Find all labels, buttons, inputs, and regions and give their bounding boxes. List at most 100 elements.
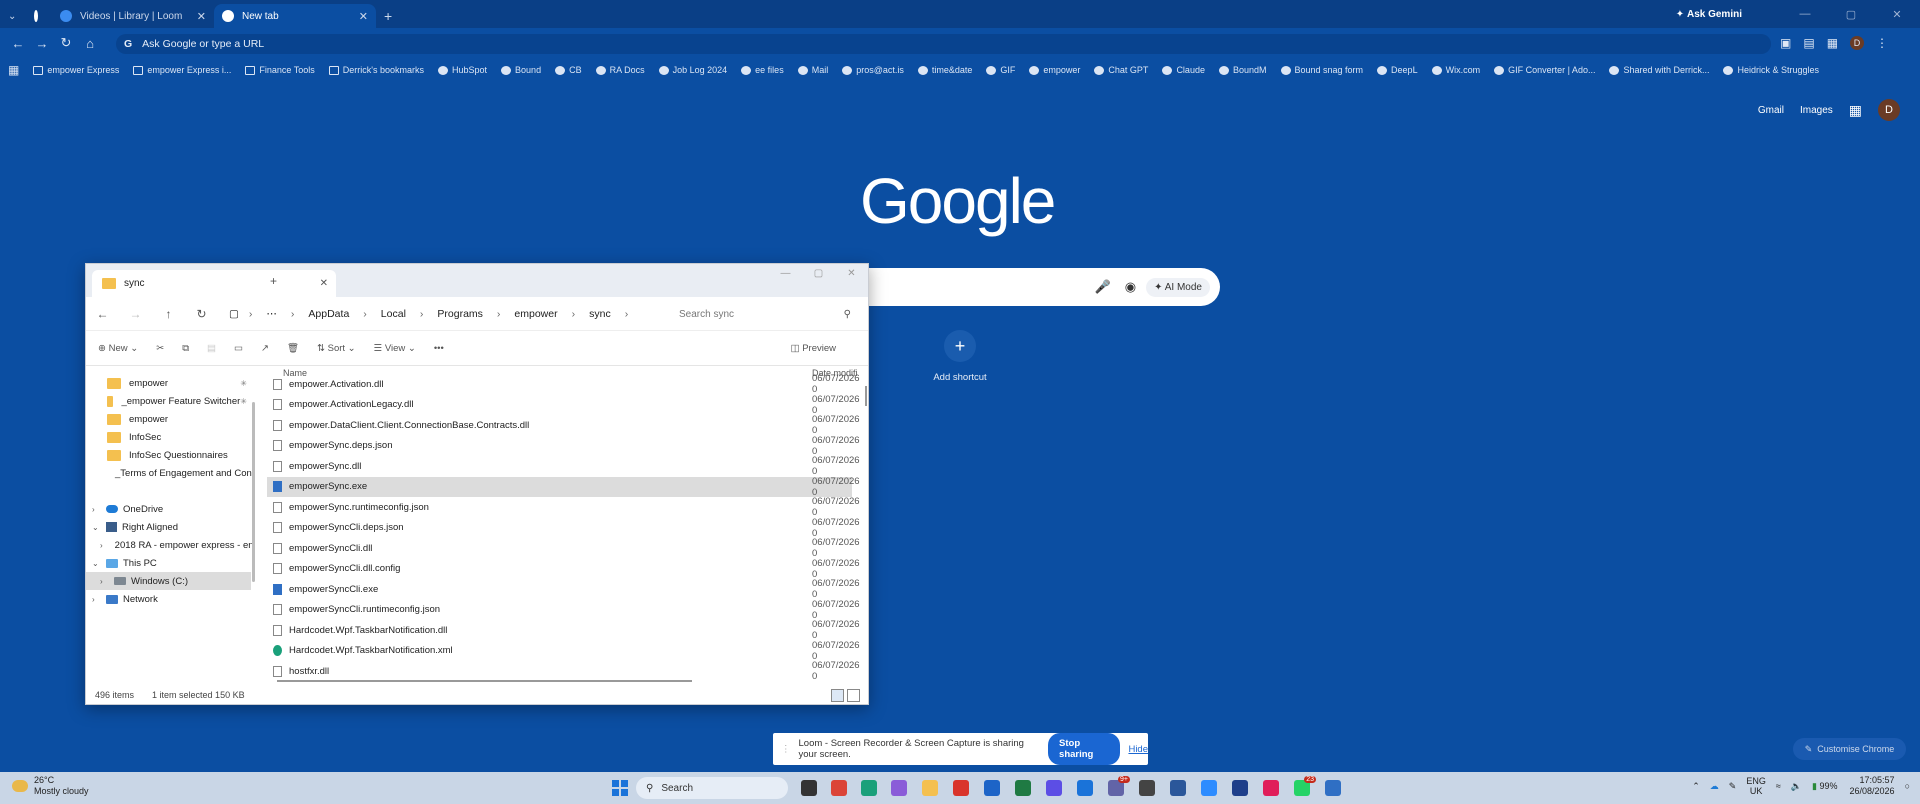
windows-start-button[interactable] [612, 780, 628, 796]
back-icon[interactable]: ← [86, 307, 119, 321]
file-row[interactable]: empowerSyncCli.dll 06/07/2026 0 [267, 537, 860, 559]
chevron-right-icon[interactable]: › [92, 595, 102, 604]
home-icon[interactable]: ⌂ [78, 36, 102, 51]
browser-icon[interactable] [1077, 780, 1093, 796]
breadcrumb-item[interactable]: sync [589, 308, 611, 320]
images-link[interactable]: Images [1800, 105, 1833, 116]
forward-icon[interactable]: → [119, 307, 152, 321]
customise-chrome-button[interactable]: ✎ Customise Chrome [1793, 738, 1906, 760]
file-row[interactable]: empowerSyncCli.deps.json 06/07/2026 0 [267, 517, 860, 539]
bookmark-item[interactable]: CB [555, 65, 582, 75]
omnibox[interactable]: G Ask Google or type a URL [116, 34, 1771, 54]
outlook-icon[interactable] [984, 780, 1000, 796]
reload-icon[interactable]: ↻ [54, 35, 78, 51]
view-button[interactable]: ☰ View ⌄ [374, 343, 416, 354]
teams-icon[interactable]: 9+ [1108, 776, 1130, 796]
minimize-button[interactable]: — [1782, 8, 1828, 20]
ask-gemini-button[interactable]: ✦ Ask Gemini [1676, 9, 1742, 20]
chevron-right-icon[interactable]: › [100, 541, 103, 550]
file-explorer-icon[interactable] [922, 780, 938, 796]
whatsapp-icon[interactable]: 23 [1294, 776, 1316, 796]
explorer-new-tab[interactable]: + [270, 274, 277, 288]
bookmark-item[interactable]: Job Log 2024 [658, 65, 727, 75]
file-row[interactable]: empowerSyncCli.dll.config 06/07/2026 0 [267, 558, 860, 580]
bookmark-item[interactable]: Chat GPT [1094, 65, 1148, 75]
share-icon[interactable]: ↗ [261, 343, 269, 354]
chevron-down-icon[interactable]: ⌄ [92, 523, 102, 532]
bookmark-item[interactable]: time&date [917, 65, 972, 75]
arrow-app-icon[interactable] [1232, 780, 1248, 796]
file-row[interactable]: empowerSync.dll 06/07/2026 0 [267, 455, 860, 477]
sidebar-item[interactable]: empower [86, 410, 251, 428]
close-window-button[interactable]: ✕ [835, 264, 868, 284]
maximize-button[interactable]: ▢ [1828, 8, 1874, 21]
breadcrumb-item[interactable]: AppData [308, 308, 349, 320]
minimize-button[interactable]: — [769, 264, 802, 284]
bookmark-item[interactable]: pros@act.is [842, 65, 904, 75]
onedrive-icon[interactable]: ☁ [1710, 781, 1719, 792]
file-row[interactable]: Hardcodet.Wpf.TaskbarNotification.dll 06/… [267, 619, 860, 641]
bookmark-item[interactable]: Shared with Derrick... [1609, 65, 1709, 75]
chevron-right-icon[interactable]: › [92, 505, 102, 514]
language-indicator[interactable]: ENG UK [1746, 776, 1766, 796]
stop-sharing-button[interactable]: Stop sharing [1048, 733, 1121, 765]
bookmark-item[interactable]: HubSpot [438, 65, 487, 75]
file-list-scrollbar[interactable] [865, 386, 867, 406]
ntp-search-box[interactable]: 🎤 ◉ ✦ AI Mode [860, 268, 1220, 306]
hide-link[interactable]: Hide [1128, 744, 1148, 755]
search-input[interactable]: Search sync ⚲ [679, 302, 857, 326]
sidebar-item[interactable]: _Terms of Engagement and Cond [86, 464, 253, 482]
bookmark-item[interactable]: ee files [741, 65, 784, 75]
snipping-tool-icon[interactable] [891, 780, 907, 796]
sort-button[interactable]: ⇅ Sort ⌄ [317, 343, 356, 354]
file-row[interactable]: empower.Activation.dll 06/07/2026 0 [267, 373, 860, 395]
delete-icon[interactable]: 🗑 [287, 343, 299, 354]
extension-icon[interactable]: ▣ [1780, 36, 1791, 50]
zoom-icon[interactable] [1201, 780, 1217, 796]
breadcrumb-item[interactable]: Local [381, 308, 406, 320]
close-icon[interactable]: ✕ [320, 278, 328, 289]
bookmark-item[interactable]: GIF [986, 65, 1015, 75]
bookmark-item[interactable]: GIF Converter | Ado... [1494, 65, 1595, 75]
bookmark-item[interactable]: empower [1029, 65, 1080, 75]
breadcrumb-item[interactable]: Programs [437, 308, 483, 320]
sidebar-item[interactable]: › 2018 RA - empower express - en [86, 536, 253, 554]
wifi-icon[interactable]: ≈ [1776, 781, 1781, 791]
microphone-icon[interactable]: 🎤 [1095, 279, 1111, 295]
ai-mode-button[interactable]: ✦ AI Mode [1146, 277, 1210, 297]
acrobat-icon[interactable] [953, 780, 969, 796]
sidebar-item[interactable]: InfoSec [86, 428, 251, 446]
clock[interactable]: 17:05:57 26/08/2026 [1850, 775, 1895, 797]
tab-pinned-recorder[interactable] [26, 4, 52, 28]
file-row[interactable]: empowerSync.deps.json 06/07/2026 0 [267, 435, 860, 457]
new-button[interactable]: ⊕ New ⌄ [98, 343, 138, 354]
avatar[interactable]: D [1878, 99, 1900, 121]
volume-icon[interactable]: 🔈 [1791, 781, 1802, 792]
forward-icon[interactable]: → [30, 36, 54, 51]
chevron-right-icon[interactable]: › [100, 577, 110, 586]
preview-button[interactable]: ◫ Preview [791, 343, 836, 354]
breadcrumb-ellipsis[interactable]: ⋯ [266, 308, 277, 320]
taskbar-search[interactable]: ⚲ Search [636, 777, 788, 799]
rename-icon[interactable]: ▭ [234, 343, 243, 354]
file-list-hscrollbar[interactable] [277, 680, 692, 682]
paste-icon[interactable]: ▤ [207, 343, 216, 354]
cut-icon[interactable]: ✂ [156, 343, 164, 354]
sidebar-item[interactable]: › Network [86, 590, 251, 608]
sidebar-item[interactable]: empower ✳ [86, 374, 251, 392]
sidebar-item[interactable]: › Windows (C:) [86, 572, 251, 590]
new-tab-button[interactable]: + [376, 4, 406, 28]
chevron-down-icon[interactable]: ⌄ [92, 559, 102, 568]
bookmark-item[interactable]: empower Express [33, 65, 119, 75]
battery-indicator[interactable]: ▮ 99% [1812, 781, 1837, 792]
file-row[interactable]: hostfxr.dll 06/07/2026 0 [267, 660, 860, 682]
loom-icon[interactable] [1046, 780, 1062, 796]
translate-icon[interactable]: ▤ [1803, 36, 1814, 50]
edge-icon[interactable] [861, 780, 877, 796]
bookmark-item[interactable]: Bound [501, 65, 541, 75]
tab-search-dropdown[interactable]: ⌄ [0, 4, 26, 28]
bookmark-item[interactable]: Finance Tools [245, 65, 315, 75]
excel-icon[interactable] [1015, 780, 1031, 796]
drag-handle-icon[interactable]: ⋮ [781, 744, 791, 755]
calculator-icon[interactable] [1139, 780, 1155, 796]
